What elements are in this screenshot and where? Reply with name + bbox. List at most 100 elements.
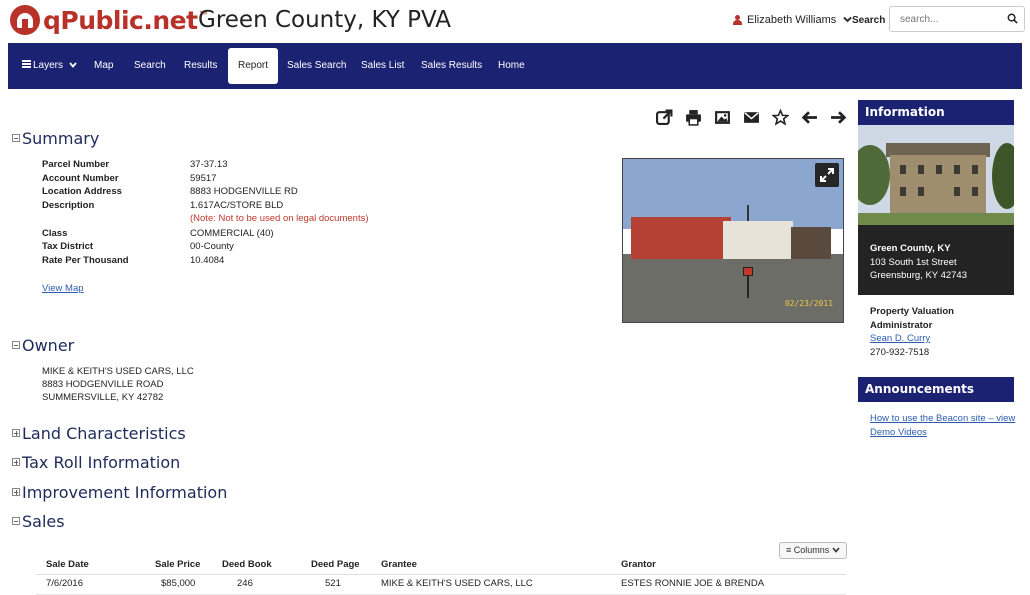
section-summary-toggle[interactable]: Summary bbox=[12, 129, 99, 148]
summary-value: 1.617AC/STORE BLD bbox=[190, 199, 284, 211]
nav-sales-results[interactable]: Sales Results bbox=[411, 43, 492, 89]
section-title: Sales bbox=[22, 512, 65, 531]
summary-value: 37-37.13 bbox=[190, 159, 228, 170]
right-sidebar: Information Green County, KY 103 South 1… bbox=[858, 100, 1015, 595]
column-header[interactable]: Deed Page bbox=[311, 559, 360, 570]
user-menu[interactable]: Elizabeth Williams bbox=[733, 14, 852, 26]
photo-building bbox=[791, 227, 831, 259]
search-label: Search bbox=[852, 15, 886, 26]
table-divider bbox=[36, 574, 846, 575]
columns-button[interactable]: ≡ Columns bbox=[779, 542, 847, 559]
summary-value: 8883 HODGENVILLE RD bbox=[190, 186, 298, 197]
pva-name-link[interactable]: Sean D. Curry bbox=[870, 332, 930, 346]
expand-icon bbox=[12, 488, 20, 496]
section-title: Tax Roll Information bbox=[22, 453, 181, 472]
photo-signpost bbox=[747, 276, 749, 298]
arrow-right-icon[interactable] bbox=[827, 107, 849, 127]
expand-button[interactable] bbox=[815, 163, 839, 187]
search-input[interactable] bbox=[890, 7, 990, 31]
pva-title: Administrator bbox=[870, 319, 933, 331]
summary-key: Rate Per Thousand bbox=[42, 254, 129, 266]
summary-key: Account Number bbox=[42, 172, 119, 184]
nav-sales-list[interactable]: Sales List bbox=[351, 43, 414, 89]
office-address: Green County, KY 103 South 1st Street Gr… bbox=[858, 225, 1014, 295]
arrow-left-icon[interactable] bbox=[798, 107, 820, 127]
column-header[interactable]: Grantee bbox=[381, 559, 417, 570]
nav-layers[interactable]: Layers bbox=[12, 43, 87, 89]
main-nav: Layers Map Search Results Report Sales S… bbox=[8, 43, 1022, 89]
photo-building bbox=[723, 221, 793, 259]
photo-window bbox=[900, 187, 906, 196]
chevron-down-icon bbox=[832, 545, 840, 555]
nav-search[interactable]: Search bbox=[124, 43, 176, 89]
section-sales-toggle[interactable]: Sales bbox=[12, 512, 65, 531]
section-tax-roll-toggle[interactable]: Tax Roll Information bbox=[12, 453, 180, 472]
report-content: Summary Parcel Number 37-37.13 Account Nu… bbox=[8, 89, 853, 595]
property-photo[interactable]: 02/23/2011 bbox=[622, 158, 844, 323]
collapse-icon bbox=[12, 134, 20, 142]
section-title: Improvement Information bbox=[22, 483, 228, 502]
owner-line: 8883 HODGENVILLE ROAD bbox=[42, 379, 164, 390]
information-header: Information bbox=[858, 100, 1014, 125]
section-land-characteristics-toggle[interactable]: Land Characteristics bbox=[12, 424, 186, 443]
column-header[interactable]: Sale Date bbox=[46, 559, 89, 570]
summary-value: 59517 bbox=[190, 172, 217, 184]
owner-line: SUMMERSVILLE, KY 42782 bbox=[42, 392, 164, 403]
summary-key: Class bbox=[42, 227, 68, 239]
summary-key: Description bbox=[42, 199, 95, 211]
search-icon[interactable] bbox=[1007, 13, 1018, 24]
photo-ground bbox=[623, 254, 843, 322]
legal-note: (Note: Not to be used on legal documents… bbox=[190, 213, 369, 224]
nav-home[interactable]: Home bbox=[488, 43, 535, 89]
section-improvement-toggle[interactable]: Improvement Information bbox=[12, 483, 227, 502]
column-header[interactable]: Sale Price bbox=[155, 559, 200, 570]
column-header[interactable]: Deed Book bbox=[222, 559, 272, 570]
collapse-icon bbox=[12, 517, 20, 525]
nav-sales-search[interactable]: Sales Search bbox=[277, 43, 356, 89]
qpublic-logo[interactable]: qPublic.net ™ bbox=[10, 4, 208, 36]
photo-window bbox=[900, 165, 906, 174]
site-title: Green County, KY PVA bbox=[198, 7, 451, 33]
column-header[interactable]: Grantor bbox=[621, 559, 656, 570]
summary-key: Parcel Number bbox=[42, 159, 110, 170]
photo-window bbox=[918, 165, 924, 174]
announcement-link[interactable]: How to use the Beacon site – view bbox=[870, 412, 1015, 426]
expand-icon bbox=[12, 458, 20, 466]
photo-sign bbox=[743, 267, 753, 276]
user-icon bbox=[733, 15, 742, 25]
print-icon[interactable] bbox=[682, 107, 704, 127]
search-box bbox=[889, 6, 1025, 32]
photo-building bbox=[631, 217, 731, 259]
image-icon[interactable] bbox=[711, 107, 733, 127]
summary-key: Tax District bbox=[42, 241, 94, 252]
report-toolbar bbox=[653, 107, 856, 127]
table-cell: 521 bbox=[325, 578, 341, 589]
section-title: Land Characteristics bbox=[22, 424, 186, 443]
view-map-link[interactable]: View Map bbox=[42, 283, 84, 294]
section-owner-toggle[interactable]: Owner bbox=[12, 336, 74, 355]
email-icon[interactable] bbox=[740, 107, 762, 127]
nav-report[interactable]: Report bbox=[228, 48, 279, 84]
summary-value: COMMERCIAL (40) bbox=[190, 227, 274, 239]
list-icon: ≡ bbox=[786, 545, 792, 555]
chevron-down-icon bbox=[843, 15, 852, 25]
nav-label: Layers bbox=[33, 60, 64, 71]
summary-value: 10.4084 bbox=[190, 254, 225, 266]
photo-lawn bbox=[858, 213, 1014, 225]
photo-window bbox=[918, 187, 924, 196]
announcement-link[interactable]: Demo Videos bbox=[870, 426, 927, 440]
photo-window bbox=[936, 165, 942, 174]
pva-phone: 270-932-7518 bbox=[870, 346, 930, 358]
star-icon[interactable] bbox=[769, 107, 791, 127]
summary-key: Location Address bbox=[42, 186, 122, 197]
collapse-icon bbox=[12, 341, 20, 349]
table-cell: ESTES RONNIE JOE & BRENDA bbox=[621, 578, 765, 589]
office-name: Green County, KY bbox=[870, 243, 951, 254]
user-name: Elizabeth Williams bbox=[747, 14, 837, 26]
nav-map[interactable]: Map bbox=[84, 43, 123, 89]
nav-results[interactable]: Results bbox=[174, 43, 227, 89]
table-cell: 246 bbox=[237, 578, 253, 589]
summary-value: 00-County bbox=[190, 241, 234, 252]
expand-icon bbox=[820, 168, 834, 182]
share-icon[interactable] bbox=[653, 107, 675, 127]
